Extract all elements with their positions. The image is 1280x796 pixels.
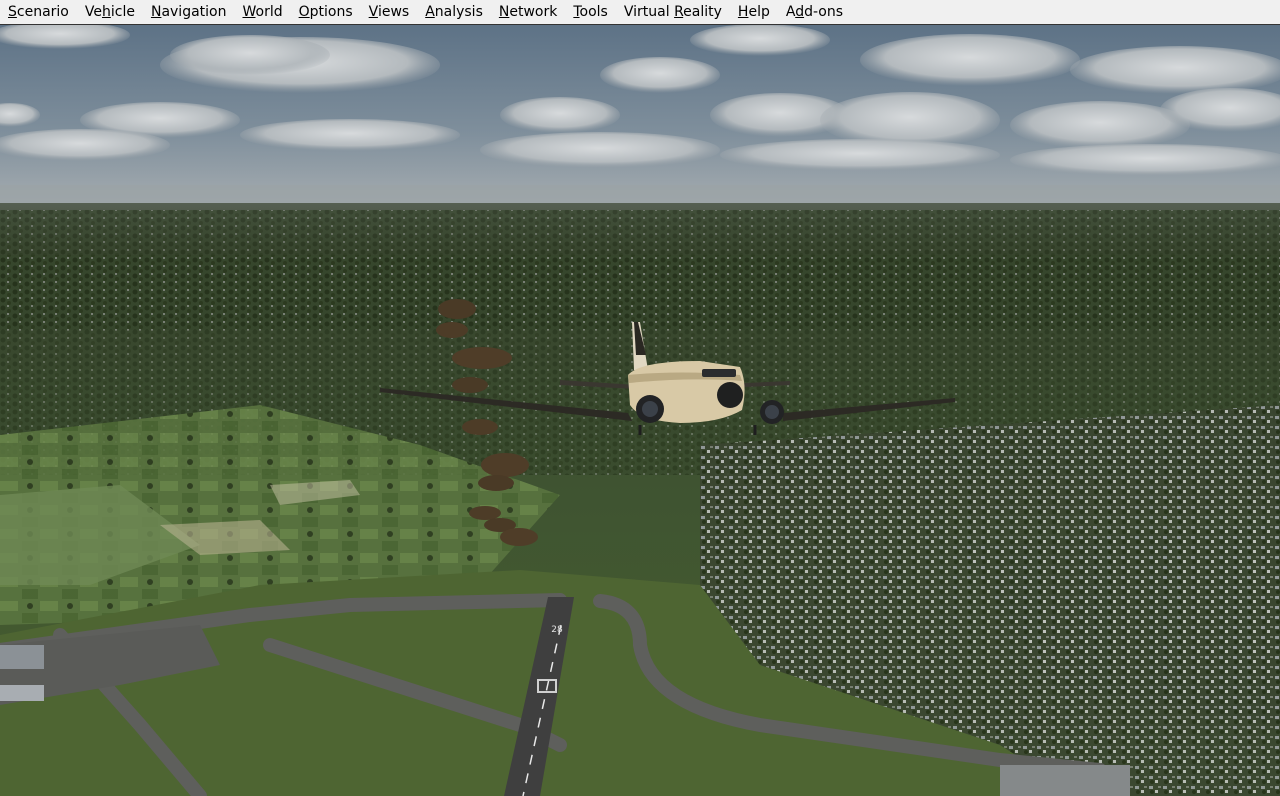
menu-vehicle[interactable]: Vehicle xyxy=(77,0,143,25)
menu-views[interactable]: Views xyxy=(361,0,418,25)
hangar-1 xyxy=(0,645,44,669)
menu-tools[interactable]: Tools xyxy=(565,0,616,25)
runway-number: 28 xyxy=(551,625,563,635)
menu-help[interactable]: Help xyxy=(730,0,778,25)
menu-scenario[interactable]: Scenario xyxy=(0,0,77,25)
menu-bar: Scenario Vehicle Navigation World Option… xyxy=(0,0,1280,25)
menu-network[interactable]: Network xyxy=(491,0,565,25)
simulator-viewport[interactable]: 28 xyxy=(0,25,1280,796)
menu-virtual-reality[interactable]: Virtual Reality xyxy=(616,0,730,25)
scene-view: 28 xyxy=(0,25,1280,796)
menu-navigation[interactable]: Navigation xyxy=(143,0,235,25)
menu-options[interactable]: Options xyxy=(291,0,361,25)
menu-analysis[interactable]: Analysis xyxy=(417,0,491,25)
terminal-building xyxy=(1000,765,1130,796)
menu-add-ons[interactable]: Add-ons xyxy=(778,0,851,25)
menu-world[interactable]: World xyxy=(234,0,290,25)
hangar-2 xyxy=(0,685,44,701)
